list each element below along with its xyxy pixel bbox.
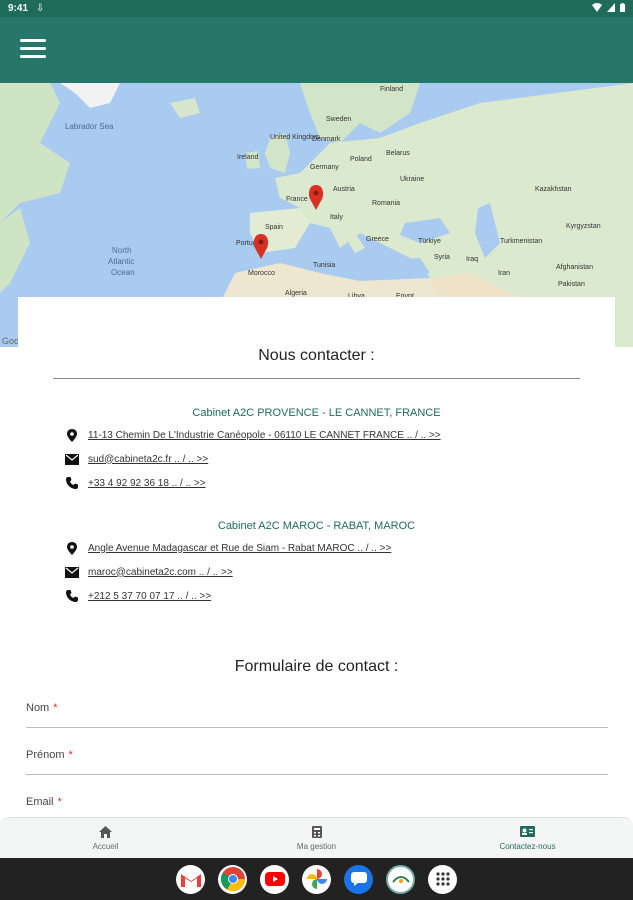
map-label-afghanistan: Afghanistan: [556, 264, 593, 271]
email-field-label: Email *: [26, 796, 62, 808]
messages-icon[interactable]: [344, 864, 373, 894]
office-maroc-email-row: maroc@cabineta2c.com .. / .. >>: [64, 565, 233, 579]
status-icons: [592, 2, 625, 15]
nav-accueil-label: Accueil: [92, 841, 119, 851]
map-label-italy: Italy: [330, 214, 343, 221]
gmail-icon[interactable]: [176, 864, 205, 894]
map-label-north-atlantic-2: Atlantic: [108, 257, 134, 266]
map-label-ireland: Ireland: [237, 154, 259, 161]
email-icon: [64, 452, 80, 466]
office-name-maroc: Cabinet A2C MAROC - RABAT, MAROC: [217, 520, 416, 532]
map-label-syria: Syria: [434, 254, 450, 261]
map-label-austria: Austria: [333, 186, 355, 193]
map-label-finland: Finland: [380, 86, 403, 93]
required-mark: *: [53, 702, 58, 714]
form-title: Formulaire de contact :: [234, 658, 399, 675]
map-label-turkmenistan: Turkmenistan: [500, 238, 542, 245]
map-label-algeria: Algeria: [285, 290, 307, 297]
map-label-belarus: Belarus: [386, 150, 410, 157]
taskbar: [0, 858, 633, 900]
map-label-tunisia: Tunisia: [313, 262, 335, 269]
calculator-icon: [311, 825, 322, 840]
nav-ma-gestion[interactable]: Ma gestion: [211, 818, 422, 858]
office-provence-phone-row: +33 4 92 92 36 18 .. / .. >>: [64, 476, 206, 490]
map-label-germany: Germany: [310, 164, 339, 171]
required-mark: *: [68, 749, 73, 761]
contact-card-icon: [520, 825, 535, 840]
map-label-iran: Iran: [498, 270, 510, 277]
office-provence-email-link[interactable]: sud@cabineta2c.fr .. / .. >>: [88, 454, 208, 465]
nav-accueil[interactable]: Accueil: [0, 818, 211, 858]
map-label-morocco: Morocco: [248, 270, 275, 277]
bottom-navigation: Accueil Ma gestion Contactez-nous: [0, 817, 633, 858]
map-label-north-atlantic-3: Ocean: [111, 268, 135, 277]
office-provence-address-link[interactable]: 11-13 Chemin De L'Industrie Canéopole - …: [88, 430, 441, 441]
office-provence-address-row: 11-13 Chemin De L'Industrie Canéopole - …: [64, 428, 441, 442]
location-pin-icon: [64, 541, 80, 555]
chrome-icon[interactable]: [218, 864, 247, 894]
nom-field[interactable]: Nom *: [26, 702, 608, 728]
map-label-ukraine: Ukraine: [400, 176, 424, 183]
required-mark: *: [57, 796, 62, 808]
office-provence-phone-link[interactable]: +33 4 92 92 36 18 .. / .. >>: [88, 478, 206, 489]
map-label-france: France: [286, 196, 308, 203]
map-label-sweden: Sweden: [326, 116, 351, 123]
map-label-poland: Poland: [350, 156, 372, 163]
office-maroc-phone-link[interactable]: +212 5 37 70 07 17 .. / .. >>: [88, 591, 211, 602]
menu-icon[interactable]: [20, 39, 46, 59]
app-bar: [0, 17, 633, 83]
office-provence-email-row: sud@cabineta2c.fr .. / .. >>: [64, 452, 208, 466]
map-label-greece: Greece: [366, 236, 389, 243]
nav-contactez-nous[interactable]: Contactez-nous: [422, 818, 633, 858]
contact-card: Nous contacter : Cabinet A2C PROVENCE - …: [18, 297, 615, 817]
download-icon: ⇩: [36, 3, 45, 14]
divider: [53, 378, 580, 379]
map-label-pakistan: Pakistan: [558, 281, 585, 288]
map-label-labrador-sea: Labrador Sea: [65, 122, 114, 131]
office-maroc-address-row: Angle Avenue Madagascar et Rue de Siam -…: [64, 541, 391, 555]
map-label-north-atlantic-1: North: [112, 246, 132, 255]
home-icon: [99, 825, 112, 840]
youtube-icon[interactable]: [260, 864, 289, 894]
nav-ma-gestion-label: Ma gestion: [296, 841, 337, 851]
battery-icon: [620, 2, 625, 15]
prenom-field-label: Prénom *: [26, 749, 73, 761]
office-maroc-phone-row: +212 5 37 70 07 17 .. / .. >>: [64, 589, 211, 603]
location-pin-icon: [64, 428, 80, 442]
nav-contactez-nous-label: Contactez-nous: [499, 841, 556, 851]
office-maroc-email-link[interactable]: maroc@cabineta2c.com .. / .. >>: [88, 567, 233, 578]
status-bar: 9:41 ⇩: [0, 0, 633, 17]
contact-title: Nous contacter :: [258, 347, 375, 364]
office-name-provence: Cabinet A2C PROVENCE - LE CANNET, FRANCE: [192, 407, 441, 419]
signal-icon: [607, 2, 615, 15]
office-maroc-address-link[interactable]: Angle Avenue Madagascar et Rue de Siam -…: [88, 543, 391, 554]
nom-field-label: Nom *: [26, 702, 58, 714]
map-label-turkiye: Türkiye: [418, 238, 441, 245]
map-label-spain: Spain: [265, 224, 283, 231]
map-label-united-kingdom: United Kingdom: [270, 134, 320, 141]
email-icon: [64, 565, 80, 579]
map-label-iraq: Iraq: [466, 256, 478, 263]
map-label-kyrgyzstan: Kyrgyzstan: [566, 223, 601, 230]
photos-icon[interactable]: [302, 864, 331, 894]
prenom-field[interactable]: Prénom *: [26, 749, 608, 775]
status-time: 9:41: [8, 3, 29, 14]
phone-icon: [64, 589, 80, 603]
map-label-kazakhstan: Kazakhstan: [535, 186, 572, 193]
app-drawer-icon[interactable]: [428, 864, 457, 894]
wifi-icon: [592, 2, 602, 15]
phone-icon: [64, 476, 80, 490]
a2c-app-icon[interactable]: [386, 864, 415, 894]
map-label-romania: Romania: [372, 200, 400, 207]
